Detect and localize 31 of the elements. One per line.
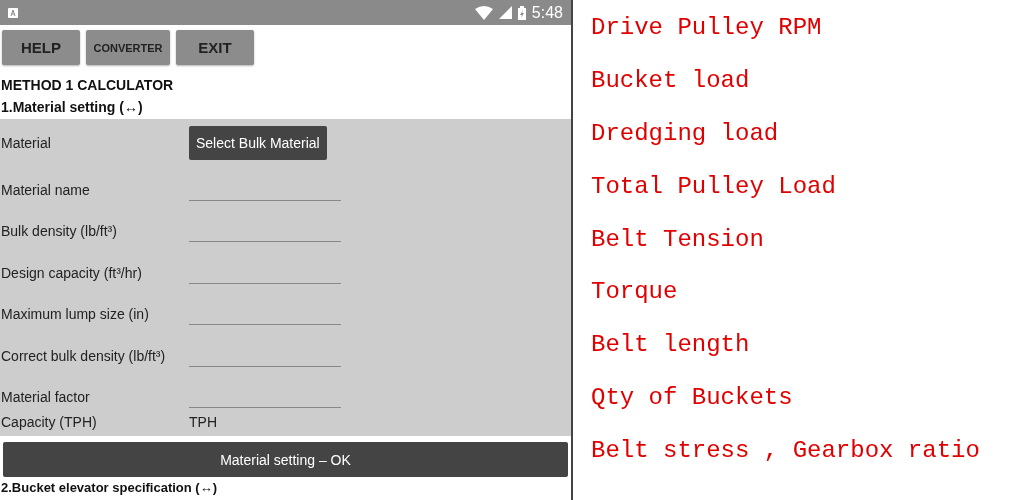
feature-caption: Belt Tension [591,224,765,255]
feature-caption: Drive Pulley RPM [591,13,823,43]
section-heading[interactable]: 2.Bucket elevator specification (↔) [0,477,571,495]
toolbar-button[interactable]: EXIT [176,30,254,65]
section-heading[interactable]: 1.Material setting (↔) [0,93,571,119]
signal-icon [498,6,512,19]
feature-caption: Dredging load [591,118,780,149]
feature-caption: Belt length [591,330,751,361]
field-label: Material [0,135,52,151]
calculator-title: METHOD 1 CALCULATOR [0,76,175,93]
field-label: Material factor [0,389,91,407]
feature-caption: Torque [591,277,679,308]
app-notification-icon [8,7,18,18]
feature-caption: Belt stress , Gearbox ratio [591,436,981,467]
field-label: Design capacity (ft³/hr) [0,264,143,283]
ok-button[interactable]: Material setting – OK [3,442,568,477]
toolbar-button[interactable]: HELP [2,30,80,65]
wifi-icon [474,5,493,20]
select-material-button[interactable]: Select Bulk Material [189,126,327,160]
field-label: Capacity (TPH) [0,414,98,430]
clock: 5:48 [531,3,563,22]
toolbar-button[interactable]: CONVERTER [86,30,170,65]
feature-caption: Bucket load [591,65,751,96]
feature-caption: Qty of Buckets [591,383,794,414]
field-label: Material name [0,181,91,200]
field-label: Correct bulk density (lb/ft³) [0,347,167,366]
unit-value: TPH [189,414,217,430]
field-label: Maximum lump size (in) [0,306,150,324]
battery-icon [517,5,526,20]
field-label: Bulk density (lb/ft³) [0,223,118,241]
feature-caption: Total Pulley Load [591,171,837,202]
